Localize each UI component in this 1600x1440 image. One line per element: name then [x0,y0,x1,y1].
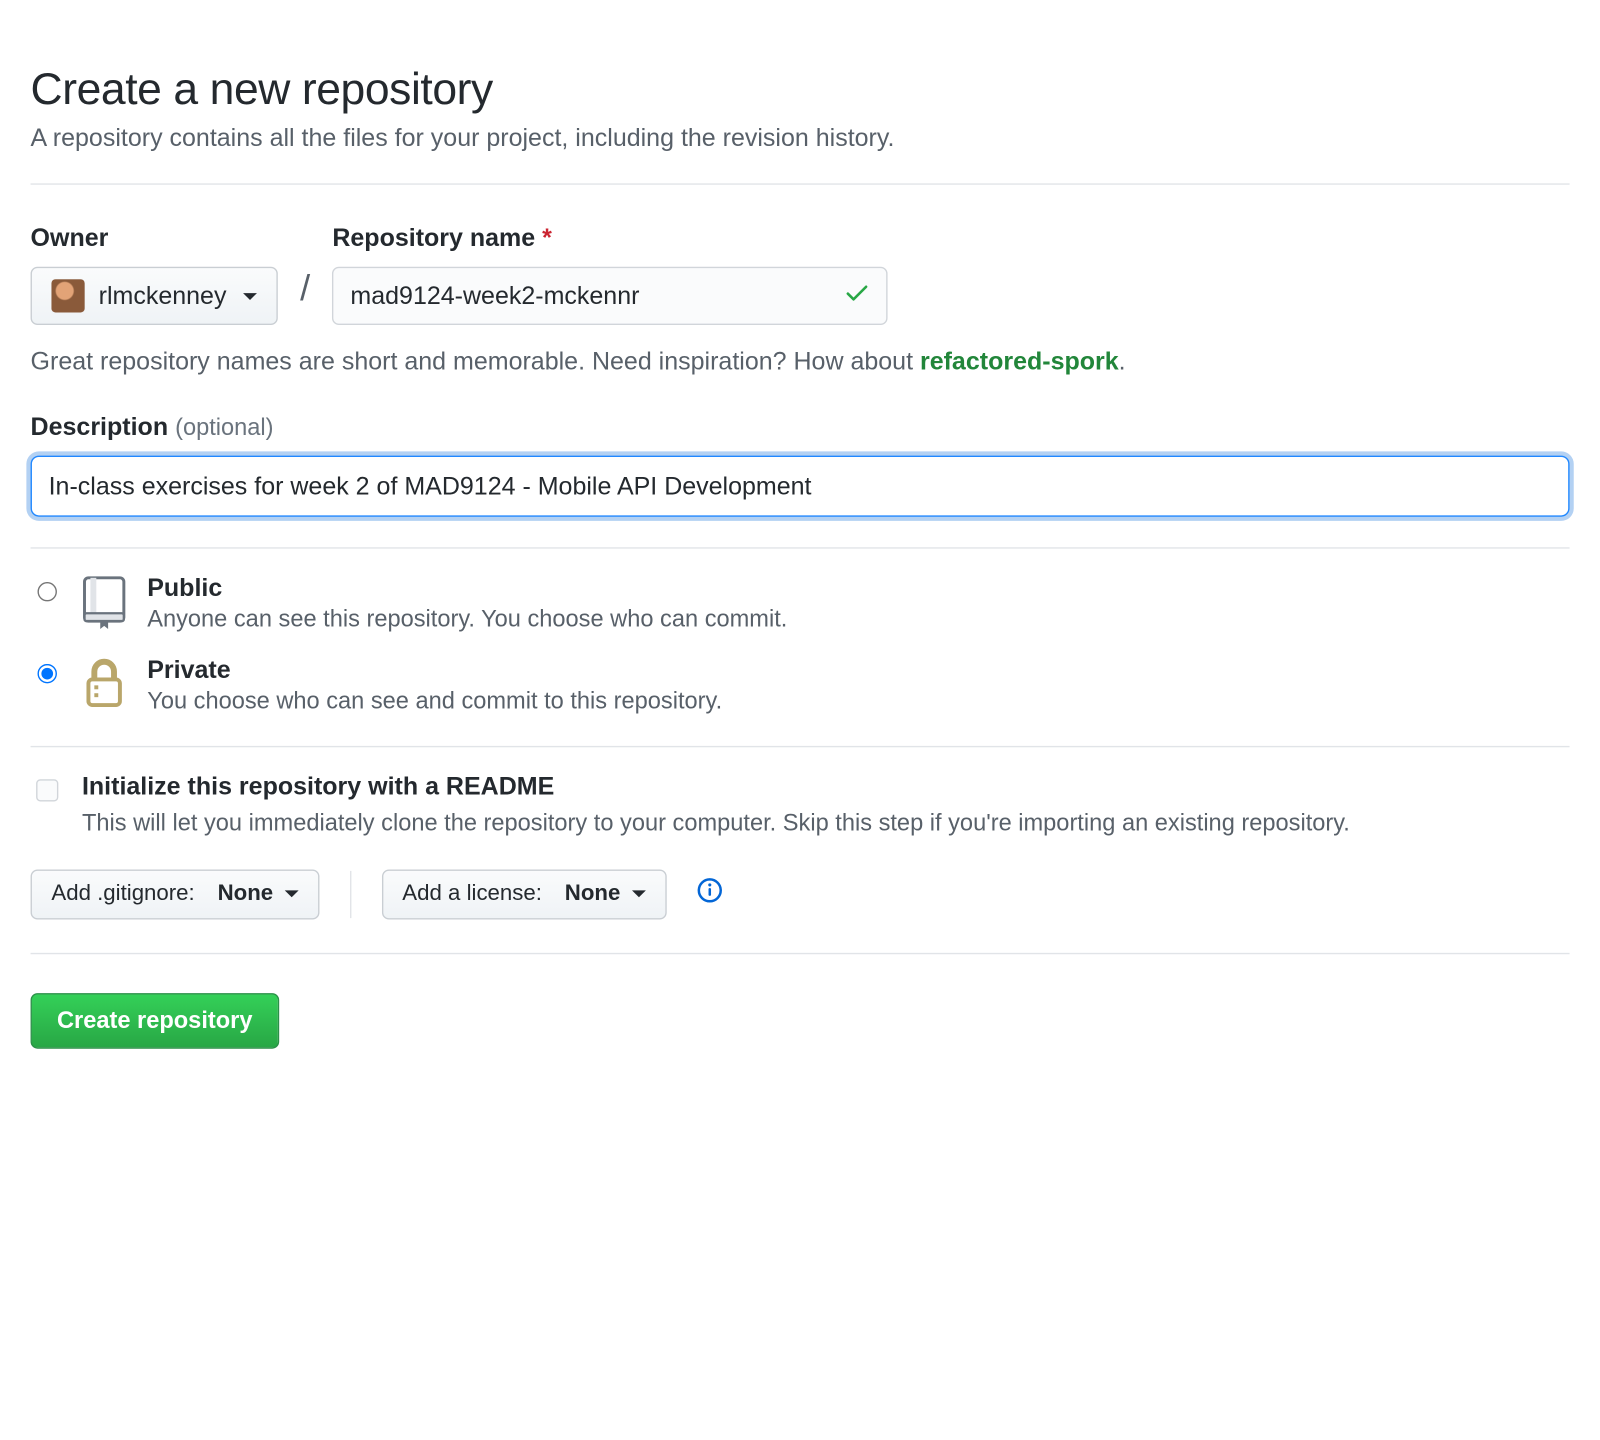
gitignore-label: Add .gitignore: [51,882,194,907]
visibility-private-desc: You choose who can see and commit to thi… [147,688,722,716]
owner-repo-separator: / [297,258,313,325]
info-icon[interactable] [697,878,722,910]
create-repository-button[interactable]: Create repository [31,993,279,1049]
license-label: Add a license: [402,882,542,907]
init-readme-desc: This will let you immediately clone the … [82,807,1350,841]
visibility-private-title: Private [147,656,722,685]
init-readme-option[interactable]: Initialize this repository with a README… [31,772,1570,841]
divider [31,547,1570,548]
owner-select[interactable]: rlmckenney [31,267,278,325]
license-select[interactable]: Add a license: None [381,869,666,919]
page-subtitle: A repository contains all the files for … [31,124,1570,153]
repo-name-label: Repository name * [332,224,888,253]
owner-selected: rlmckenney [99,281,227,310]
license-value: None [565,882,621,907]
visibility-private-radio[interactable] [38,664,57,683]
caret-down-icon [631,891,645,898]
repo-icon [81,574,128,630]
caret-down-icon [243,292,257,299]
visibility-private-option[interactable]: Private You choose who can see and commi… [31,656,1570,716]
divider [31,746,1570,747]
description-input[interactable] [31,456,1570,517]
description-label: Description (optional) [31,413,1570,442]
page-title: Create a new repository [31,64,1570,115]
visibility-public-option[interactable]: Public Anyone can see this repository. Y… [31,574,1570,634]
repo-name-suggestion[interactable]: refactored-spork [920,347,1119,375]
avatar [51,279,84,312]
visibility-public-title: Public [147,574,787,603]
repo-name-hint: Great repository names are short and mem… [31,347,1570,376]
optional-label: (optional) [175,414,273,440]
init-readme-checkbox[interactable] [36,779,58,801]
gitignore-value: None [218,882,274,907]
divider [31,952,1570,953]
init-readme-title: Initialize this repository with a README [82,772,1350,801]
lock-icon [81,656,128,712]
repo-name-input[interactable] [332,267,888,325]
divider [350,870,351,917]
check-icon [843,278,871,313]
visibility-public-radio[interactable] [38,582,57,601]
owner-label: Owner [31,224,278,253]
visibility-public-desc: Anyone can see this repository. You choo… [147,606,787,634]
gitignore-select[interactable]: Add .gitignore: None [31,869,319,919]
required-asterisk: * [542,224,552,252]
divider [31,183,1570,184]
caret-down-icon [284,891,298,898]
